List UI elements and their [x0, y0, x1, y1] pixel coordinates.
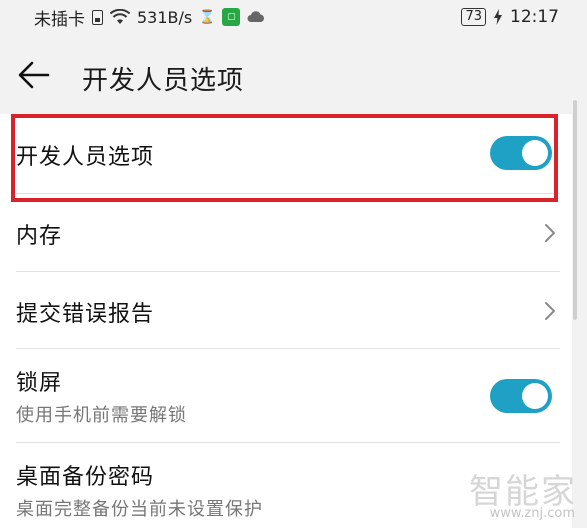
hourglass-icon: ⌛ [199, 9, 216, 25]
lock-screen-row[interactable]: 锁屏 使用手机前需要解锁 [0, 349, 572, 443]
bug-report-row[interactable]: 提交错误报告 [0, 272, 572, 349]
status-bar: 未插卡 531B/s ⌛ ▢ 73 12:17 [0, 0, 587, 34]
network-speed: 531B/s [137, 7, 193, 27]
page-title: 开发人员选项 [82, 66, 245, 96]
memory-row[interactable]: 内存 [0, 194, 572, 272]
developer-options-toggle[interactable] [490, 136, 552, 170]
backup-password-label: 桌面备份密码 [16, 465, 155, 490]
developer-options-row[interactable]: 开发人员选项 [0, 114, 572, 194]
cloud-icon [247, 11, 265, 22]
lock-screen-label: 锁屏 [16, 371, 63, 396]
carrier-text: 未插卡 [34, 9, 85, 30]
bug-report-label: 提交错误报告 [16, 302, 155, 327]
sim-icon [92, 9, 103, 25]
arrow-left-icon[interactable] [17, 58, 51, 92]
battery-indicator: 73 [461, 8, 486, 26]
toggle-knob [522, 140, 548, 166]
watermark-url: www.znj.com [489, 506, 575, 521]
app-badge-icon: ▢ [222, 8, 241, 26]
developer-options-label: 开发人员选项 [16, 145, 155, 170]
clock-time: 12:17 [510, 7, 559, 27]
toggle-knob [522, 383, 548, 409]
memory-label: 内存 [16, 224, 63, 249]
wifi-icon [110, 9, 130, 24]
charge-icon [494, 9, 502, 25]
app-header: 开发人员选项 [0, 40, 587, 114]
status-right: 73 12:17 [461, 7, 559, 27]
battery-level: 73 [465, 9, 482, 24]
status-left: 未插卡 531B/s ⌛ ▢ [34, 5, 265, 30]
lock-screen-subtitle: 使用手机前需要解锁 [16, 405, 187, 426]
backup-password-subtitle: 桌面完整备份当前未设置保护 [16, 499, 263, 520]
chevron-right-icon[interactable] [543, 300, 557, 322]
chevron-right-icon[interactable] [543, 222, 557, 244]
lock-screen-toggle[interactable] [490, 379, 552, 413]
scrollbar[interactable] [573, 100, 577, 320]
